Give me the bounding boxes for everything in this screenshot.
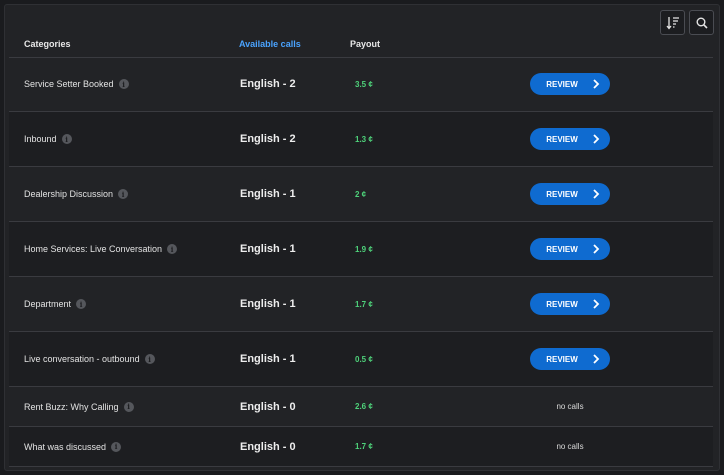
sort-button[interactable] (660, 10, 685, 35)
info-icon[interactable]: i (144, 354, 155, 364)
category-cell: Live conversation - outbound i (24, 332, 155, 386)
sort-icon (665, 16, 679, 30)
info-icon[interactable]: i (111, 441, 122, 452)
review-button-label: REVIEW (546, 354, 578, 364)
column-available-calls[interactable]: Available calls (239, 39, 301, 49)
info-icon[interactable]: i (118, 79, 129, 89)
review-button-label: REVIEW (546, 244, 578, 254)
available-calls-value: English - 1 (240, 188, 296, 200)
action-cell: REVIEW (530, 57, 610, 111)
action-cell: REVIEW (530, 222, 610, 276)
info-icon[interactable]: i (76, 299, 87, 309)
no-calls-label: no calls (556, 442, 584, 451)
category-cell: What was discussed i (24, 427, 122, 466)
categories-panel: Categories Available calls Payout Servic… (4, 4, 720, 471)
category-name: Service Setter Booked (24, 79, 114, 89)
table-row: Department i English - 1 1.7 ¢ REVIEW (9, 277, 713, 332)
category-name: Department (24, 299, 72, 309)
review-button[interactable]: REVIEW (530, 293, 610, 315)
category-cell: Dealership Discussion i (24, 167, 129, 221)
review-button-label: REVIEW (546, 79, 578, 89)
review-button[interactable]: REVIEW (530, 183, 610, 205)
table-row: Service Setter Booked i English - 2 3.5 … (9, 57, 713, 112)
table-header: Categories Available calls Payout (9, 35, 713, 58)
review-button-label: REVIEW (546, 189, 578, 199)
no-calls-label: no calls (556, 402, 584, 411)
category-cell: Rent Buzz: Why Calling i (24, 387, 134, 426)
action-cell: REVIEW (530, 277, 610, 331)
payout-value: 2.6 ¢ (355, 402, 373, 411)
category-cell: Inbound i (24, 112, 72, 166)
review-button-label: REVIEW (546, 134, 578, 144)
table-row: Rent Buzz: Why Calling i English - 0 2.6… (9, 387, 713, 427)
info-icon[interactable]: i (61, 134, 72, 144)
column-categories[interactable]: Categories (24, 39, 71, 49)
action-cell: REVIEW (530, 167, 610, 221)
payout-value: 3.5 ¢ (355, 79, 373, 89)
available-calls-value: English - 1 (240, 298, 296, 310)
table-row: Inbound i English - 2 1.3 ¢ REVIEW (9, 112, 713, 167)
payout-value: 1.7 ¢ (355, 299, 373, 309)
payout-value: 1.3 ¢ (355, 134, 373, 144)
category-name: Live conversation - outbound (24, 354, 140, 364)
chevron-right-icon (593, 244, 600, 254)
available-calls-value: English - 2 (240, 133, 296, 145)
category-cell: Home Services: Live Conversation i (24, 222, 178, 276)
action-cell: REVIEW (530, 332, 610, 386)
column-payout[interactable]: Payout (350, 39, 380, 49)
info-icon[interactable]: i (118, 189, 129, 199)
review-button[interactable]: REVIEW (530, 238, 610, 260)
action-cell: no calls (530, 427, 610, 466)
chevron-right-icon (593, 299, 600, 309)
payout-value: 1.7 ¢ (355, 442, 373, 451)
table-row: Home Services: Live Conversation i Engli… (9, 222, 713, 277)
table-row: What was discussed i English - 0 1.7 ¢ n… (9, 427, 713, 467)
info-icon[interactable]: i (167, 244, 178, 254)
category-name: Dealership Discussion (24, 189, 114, 199)
category-cell: Department i (24, 277, 87, 331)
category-name: Inbound (24, 134, 57, 144)
review-button-label: REVIEW (546, 299, 578, 309)
search-button[interactable] (689, 10, 714, 35)
available-calls-value: English - 0 (240, 400, 296, 413)
category-name: What was discussed (24, 441, 107, 452)
payout-value: 1.9 ¢ (355, 244, 373, 254)
category-name: Home Services: Live Conversation (24, 244, 163, 254)
category-name: Rent Buzz: Why Calling (24, 401, 119, 412)
available-calls-value: English - 2 (240, 78, 296, 90)
chevron-right-icon (593, 134, 600, 144)
chevron-right-icon (593, 79, 600, 89)
toolbar (660, 10, 714, 35)
info-icon[interactable]: i (123, 401, 134, 412)
action-cell: no calls (530, 387, 610, 426)
search-icon (696, 17, 708, 29)
available-calls-value: English - 1 (240, 353, 296, 365)
table-row: Live conversation - outbound i English -… (9, 332, 713, 387)
review-button[interactable]: REVIEW (530, 128, 610, 150)
chevron-right-icon (593, 189, 600, 199)
action-cell: REVIEW (530, 112, 610, 166)
table-body: Service Setter Booked i English - 2 3.5 … (9, 57, 713, 467)
table-row: Dealership Discussion i English - 1 2 ¢ … (9, 167, 713, 222)
available-calls-value: English - 0 (240, 440, 296, 453)
payout-value: 2 ¢ (355, 189, 367, 199)
review-button[interactable]: REVIEW (530, 73, 610, 95)
category-cell: Service Setter Booked i (24, 57, 129, 111)
review-button[interactable]: REVIEW (530, 348, 610, 370)
chevron-right-icon (593, 354, 600, 364)
available-calls-value: English - 1 (240, 243, 296, 255)
payout-value: 0.5 ¢ (355, 354, 373, 364)
